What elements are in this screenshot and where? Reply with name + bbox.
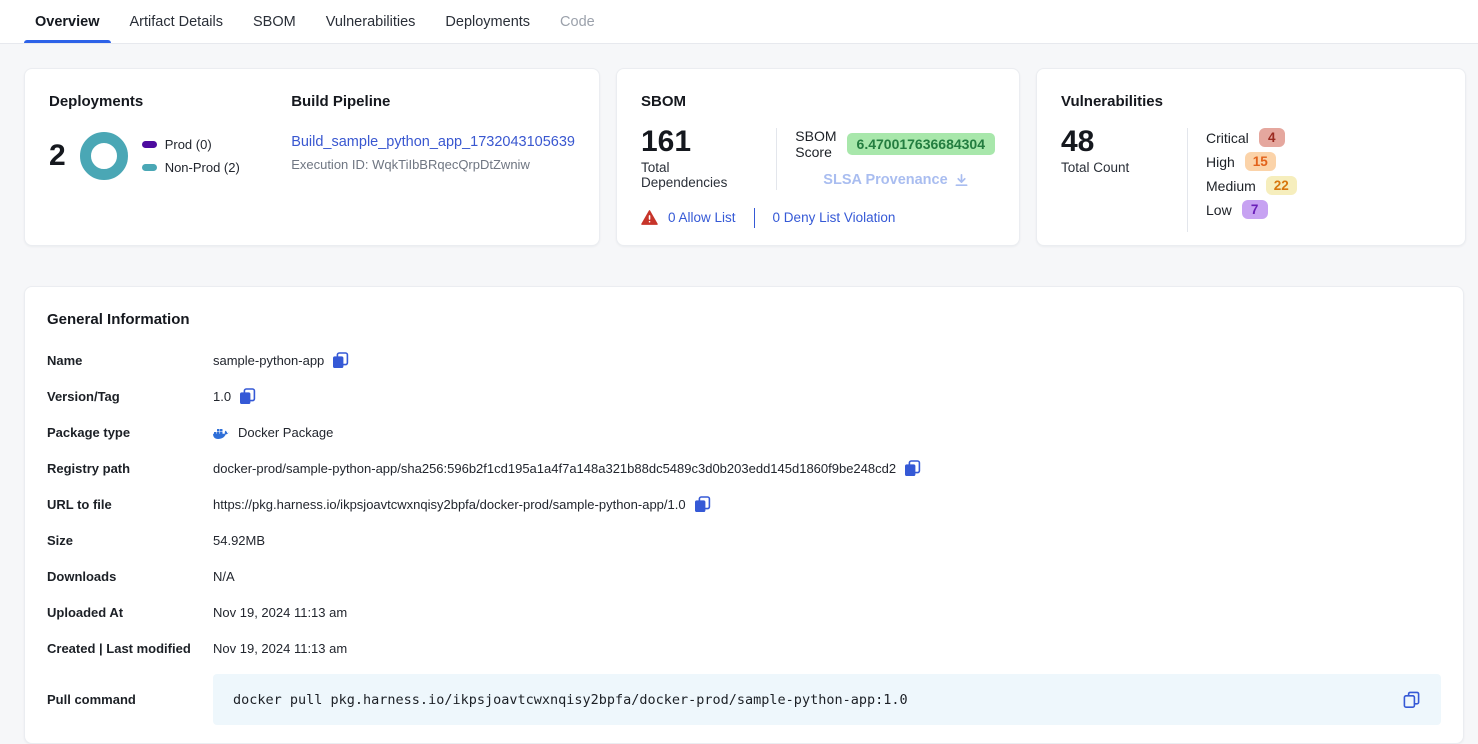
severity-row: Critical 4 <box>1206 128 1297 147</box>
tab-overview[interactable]: Overview <box>32 0 103 43</box>
legend-item: Prod (0) <box>142 137 240 152</box>
url-label: URL to file <box>47 497 213 512</box>
info-row-created-modified: Created | Last modified Nov 19, 2024 11:… <box>47 638 1441 659</box>
created-modified-value: Nov 19, 2024 11:13 am <box>213 641 347 656</box>
copy-pull-command-button[interactable] <box>1402 690 1421 709</box>
info-row-registry-path: Registry path docker-prod/sample-python-… <box>47 458 1441 479</box>
severity-count-badge: 22 <box>1266 176 1297 195</box>
severity-list: Critical 4 High 15 Medium 22 Low 7 <box>1206 126 1297 232</box>
severity-row: High 15 <box>1206 152 1297 171</box>
deployments-donut-chart <box>80 132 128 180</box>
sbom-total-block: 161 Total Dependencies <box>641 126 758 190</box>
build-pipeline-title: Build Pipeline <box>291 93 575 110</box>
vulnerabilities-vertical-divider <box>1187 128 1188 232</box>
general-information-title: General Information <box>47 311 1441 328</box>
tab-sbom[interactable]: SBOM <box>250 0 299 43</box>
sbom-card-title: SBOM <box>641 93 995 110</box>
url-value: https://pkg.harness.io/ikpsjoavtcwxnqisy… <box>213 497 686 512</box>
build-pipeline-link[interactable]: Build_sample_python_app_1732043105639 <box>291 134 575 150</box>
docker-whale-icon <box>213 426 230 440</box>
slsa-provenance-link[interactable]: SLSA Provenance <box>823 172 995 188</box>
severity-label: Critical <box>1206 130 1249 146</box>
allow-list-link[interactable]: 0 Allow List <box>668 210 736 225</box>
legend-item: Non-Prod (2) <box>142 160 240 175</box>
info-row-url: URL to file https://pkg.harness.io/ikpsj… <box>47 494 1441 515</box>
info-row-pull-command: Pull command docker pull pkg.harness.io/… <box>47 674 1441 725</box>
version-label: Version/Tag <box>47 389 213 404</box>
copy-name-button[interactable] <box>332 352 349 369</box>
pull-command-label: Pull command <box>47 692 213 707</box>
uploaded-at-value: Nov 19, 2024 11:13 am <box>213 605 347 620</box>
legend-label: Prod (0) <box>165 137 212 152</box>
info-row-uploaded-at: Uploaded At Nov 19, 2024 11:13 am <box>47 602 1441 623</box>
sbom-total-count: 161 <box>641 126 758 158</box>
name-label: Name <box>47 353 213 368</box>
deployments-legend: Prod (0) Non-Prod (2) <box>142 137 240 175</box>
legend-color-pill <box>142 141 157 148</box>
package-type-label: Package type <box>47 425 213 440</box>
warning-icon <box>641 210 658 225</box>
severity-row: Medium 22 <box>1206 176 1297 195</box>
sbom-total-label: Total Dependencies <box>641 160 758 190</box>
legend-color-pill <box>142 164 157 171</box>
severity-label: Low <box>1206 202 1232 218</box>
severity-count-badge: 4 <box>1259 128 1285 147</box>
deny-list-link[interactable]: 0 Deny List Violation <box>773 210 896 225</box>
sbom-links-divider <box>754 208 755 228</box>
created-modified-label: Created | Last modified <box>47 641 213 656</box>
severity-count-badge: 7 <box>1242 200 1268 219</box>
download-icon <box>954 173 969 188</box>
artifact-tab-bar: Overview Artifact Details SBOM Vulnerabi… <box>0 0 1478 44</box>
size-value: 54.92MB <box>213 533 265 548</box>
deployments-card-title: Deployments <box>49 93 269 110</box>
severity-label: High <box>1206 154 1235 170</box>
execution-id-text: Execution ID: WqkTiIbBRqecQrpDtZwniw <box>291 157 575 172</box>
downloads-label: Downloads <box>47 569 213 584</box>
info-row-downloads: Downloads N/A <box>47 566 1441 587</box>
tab-artifact-details[interactable]: Artifact Details <box>127 0 226 43</box>
tab-deployments[interactable]: Deployments <box>442 0 533 43</box>
pull-command-box: docker pull pkg.harness.io/ikpsjoavtcwxn… <box>213 674 1441 725</box>
sbom-score-label: SBOM Score <box>795 128 836 160</box>
uploaded-at-label: Uploaded At <box>47 605 213 620</box>
pull-command-text: docker pull pkg.harness.io/ikpsjoavtcwxn… <box>233 692 908 708</box>
severity-row: Low 7 <box>1206 200 1297 219</box>
registry-path-value: docker-prod/sample-python-app/sha256:596… <box>213 461 896 476</box>
copy-registry-path-button[interactable] <box>904 460 921 477</box>
vulnerabilities-total-block: 48 Total Count <box>1061 126 1169 232</box>
info-row-name: Name sample-python-app <box>47 350 1441 371</box>
version-value: 1.0 <box>213 389 231 404</box>
tab-code: Code <box>557 0 598 43</box>
vulnerabilities-card: Vulnerabilities 48 Total Count Critical 4… <box>1036 68 1466 246</box>
info-row-version: Version/Tag 1.0 <box>47 386 1441 407</box>
deployments-card: Deployments 2 Prod (0) Non-Prod (2) Build… <box>24 68 600 246</box>
sbom-score-block: SBOM Score 6.470017636684304 SLSA Proven… <box>795 126 995 190</box>
copy-version-button[interactable] <box>239 388 256 405</box>
name-value: sample-python-app <box>213 353 324 368</box>
severity-count-badge: 15 <box>1245 152 1276 171</box>
downloads-value: N/A <box>213 569 235 584</box>
deployments-column: Deployments 2 Prod (0) Non-Prod (2) <box>49 93 269 221</box>
sbom-score-badge: 6.470017636684304 <box>847 133 995 155</box>
vulnerabilities-total-count: 48 <box>1061 126 1169 158</box>
general-information-card: General Information Name sample-python-a… <box>24 286 1464 744</box>
registry-path-label: Registry path <box>47 461 213 476</box>
summary-cards-row: Deployments 2 Prod (0) Non-Prod (2) Build… <box>24 68 1466 246</box>
size-label: Size <box>47 533 213 548</box>
severity-label: Medium <box>1206 178 1256 194</box>
deployments-total-count: 2 <box>49 140 66 172</box>
package-type-value: Docker Package <box>238 425 333 440</box>
info-row-size: Size 54.92MB <box>47 530 1441 551</box>
info-row-package-type: Package type Docker Package <box>47 422 1441 443</box>
sbom-card: SBOM 161 Total Dependencies SBOM Score 6… <box>616 68 1020 246</box>
slsa-provenance-label: SLSA Provenance <box>823 172 947 188</box>
overview-content: Deployments 2 Prod (0) Non-Prod (2) Build… <box>0 44 1478 744</box>
sbom-vertical-divider <box>776 128 777 190</box>
vulnerabilities-card-title: Vulnerabilities <box>1061 93 1441 110</box>
build-pipeline-column: Build Pipeline Build_sample_python_app_1… <box>269 93 575 221</box>
legend-label: Non-Prod (2) <box>165 160 240 175</box>
copy-url-button[interactable] <box>694 496 711 513</box>
tab-vulnerabilities[interactable]: Vulnerabilities <box>323 0 419 43</box>
vulnerabilities-total-label: Total Count <box>1061 160 1169 175</box>
